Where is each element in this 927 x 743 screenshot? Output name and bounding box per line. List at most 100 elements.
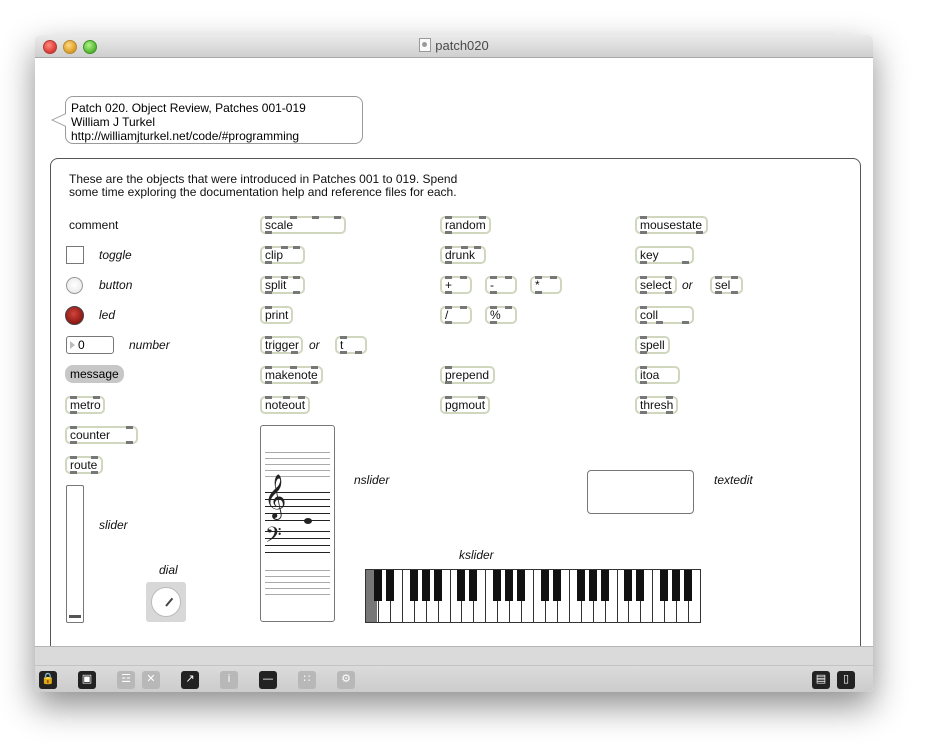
black-key[interactable] xyxy=(433,570,442,601)
black-key[interactable] xyxy=(600,570,609,601)
slider-object[interactable] xyxy=(66,485,84,623)
plus-object[interactable]: + xyxy=(440,276,472,294)
times-object[interactable]: * xyxy=(530,276,562,294)
white-key[interactable] xyxy=(652,570,654,622)
black-key[interactable] xyxy=(624,570,633,601)
print-object[interactable]: print xyxy=(260,306,293,324)
black-key[interactable] xyxy=(672,570,681,601)
or-label: or xyxy=(682,278,693,292)
white-key[interactable] xyxy=(568,570,570,622)
scale-object[interactable]: scale xyxy=(260,216,346,234)
button-object[interactable] xyxy=(66,277,83,294)
black-key[interactable] xyxy=(457,570,466,601)
trigger-object[interactable]: trigger xyxy=(260,336,303,354)
white-key[interactable] xyxy=(616,570,618,622)
select-object[interactable]: select xyxy=(635,276,677,294)
object-text: thresh xyxy=(640,398,674,412)
black-key[interactable] xyxy=(540,570,549,601)
sel-object[interactable]: sel xyxy=(710,276,743,294)
patcher-view-icon[interactable]: ▤ xyxy=(812,671,830,689)
thresh-object[interactable]: thresh xyxy=(635,396,678,414)
divide-object[interactable]: / xyxy=(440,306,472,324)
number-label: number xyxy=(129,338,170,352)
key-object[interactable]: key xyxy=(635,246,694,264)
bubble-line: William J Turkel xyxy=(71,115,156,129)
ledger-line xyxy=(265,570,330,571)
kslider-object[interactable] xyxy=(365,569,701,623)
info-icon[interactable]: i xyxy=(220,671,238,689)
grid-icon[interactable]: ∷ xyxy=(298,671,316,689)
pgmout-object[interactable]: pgmout xyxy=(440,396,490,414)
black-key[interactable] xyxy=(660,570,669,601)
delete-icon[interactable]: ✕ xyxy=(142,671,160,689)
black-key[interactable] xyxy=(517,570,526,601)
itoa-object[interactable]: itoa xyxy=(635,366,680,384)
number-box[interactable]: 0 xyxy=(66,336,114,354)
object-text: select xyxy=(640,278,672,292)
white-key[interactable] xyxy=(449,570,451,622)
black-key[interactable] xyxy=(576,570,585,601)
white-key[interactable] xyxy=(533,570,534,622)
object-text: makenote xyxy=(265,368,318,382)
slider-label: slider xyxy=(99,518,128,532)
toggle-object[interactable] xyxy=(66,246,84,264)
black-key[interactable] xyxy=(588,570,597,601)
comment-object[interactable]: comment xyxy=(69,218,118,232)
bubble-line: Patch 020. Object Review, Patches 001-01… xyxy=(71,101,306,115)
new-object-icon[interactable]: ☲ xyxy=(117,671,135,689)
modulo-object[interactable]: % xyxy=(485,306,517,324)
title-bar[interactable]: patch020 xyxy=(35,35,873,58)
route-object[interactable]: route xyxy=(65,456,103,474)
object-text: spell xyxy=(640,338,665,352)
split-object[interactable]: split xyxy=(260,276,305,294)
button-label: button xyxy=(99,278,133,292)
intro-comment[interactable]: These are the objects that were introduc… xyxy=(69,173,457,199)
black-key[interactable] xyxy=(552,570,561,601)
black-key[interactable] xyxy=(385,570,394,601)
makenote-object[interactable]: makenote xyxy=(260,366,323,384)
patcher-canvas[interactable]: Patch 020. Object Review, Patches 001-01… xyxy=(35,58,873,654)
black-key[interactable] xyxy=(684,570,693,601)
object-text: route xyxy=(70,458,98,472)
coll-object[interactable]: coll xyxy=(635,306,694,324)
white-key[interactable] xyxy=(485,570,487,622)
black-key[interactable] xyxy=(636,570,645,601)
ledger-line xyxy=(265,464,330,465)
t-object[interactable]: t xyxy=(335,336,367,354)
object-text: random xyxy=(445,218,486,232)
minus-object[interactable]: - xyxy=(485,276,517,294)
debug-icon[interactable]: ↗ xyxy=(181,671,199,689)
dial-face xyxy=(151,587,181,617)
settings-icon[interactable]: ⚙ xyxy=(337,671,355,689)
led-object[interactable] xyxy=(65,306,84,325)
presentation-icon[interactable]: ▣ xyxy=(78,671,96,689)
clip-object[interactable]: clip xyxy=(260,246,305,264)
message-box[interactable]: message xyxy=(65,365,124,383)
black-key[interactable] xyxy=(421,570,430,601)
random-object[interactable]: random xyxy=(440,216,491,234)
header-bubble-comment[interactable]: Patch 020. Object Review, Patches 001-01… xyxy=(65,96,363,144)
slider-knob[interactable] xyxy=(69,615,81,618)
connection-icon[interactable]: — xyxy=(259,671,277,689)
bubble-line: http://williamjturkel.net/code/#programm… xyxy=(71,129,300,143)
mousestate-object[interactable]: mousestate xyxy=(635,216,708,234)
metro-object[interactable]: metro xyxy=(65,396,105,414)
black-key[interactable] xyxy=(505,570,514,601)
black-key[interactable] xyxy=(409,570,418,601)
nslider-object[interactable]: 𝄞 𝄢 xyxy=(260,425,335,622)
presentation-view-icon[interactable]: ▯ xyxy=(837,671,855,689)
black-key[interactable] xyxy=(469,570,478,601)
dial-object[interactable] xyxy=(146,582,186,622)
textedit-object[interactable] xyxy=(587,470,694,514)
white-key[interactable] xyxy=(401,570,403,622)
noteout-object[interactable]: noteout xyxy=(260,396,310,414)
black-key[interactable] xyxy=(373,570,382,601)
counter-object[interactable]: counter xyxy=(65,426,138,444)
black-key[interactable] xyxy=(493,570,502,601)
prepend-object[interactable]: prepend xyxy=(440,366,495,384)
ledger-line xyxy=(265,582,330,583)
led-label: led xyxy=(99,308,116,322)
spell-object[interactable]: spell xyxy=(635,336,670,354)
lock-icon[interactable]: 🔒 xyxy=(39,671,57,689)
drunk-object[interactable]: drunk xyxy=(440,246,486,264)
